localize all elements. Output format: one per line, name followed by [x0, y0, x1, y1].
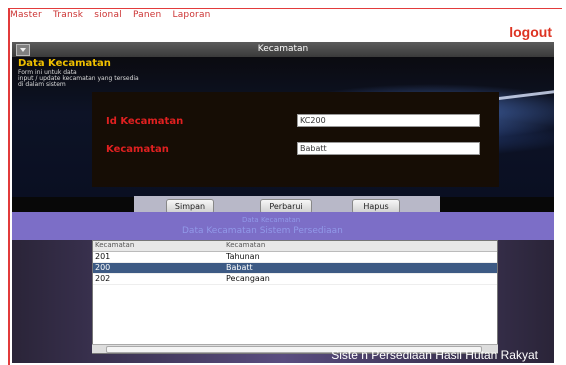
- band-text-primary: Data Kecamatan: [242, 216, 301, 224]
- band-text-secondary: Data Kecamatan Sistem Persediaan: [182, 226, 343, 236]
- window-titlebar: Kecamatan: [12, 42, 554, 57]
- section-description: Form ini untuk data input / update kecam…: [18, 70, 139, 88]
- cell-id: 200: [95, 263, 111, 272]
- column-header-id[interactable]: Kecamatan: [95, 241, 134, 249]
- app-window: Kecamatan Data Kecamatan Form ini untuk …: [12, 42, 554, 363]
- table-row[interactable]: 201 Tahunan: [93, 252, 497, 263]
- section-heading: Data Kecamatan: [18, 58, 111, 69]
- id-kecamatan-field[interactable]: KC200: [297, 114, 480, 127]
- menu-item-panen[interactable]: Panen: [133, 10, 161, 20]
- menu-bar: Master Transk sional Panen Laporan: [10, 10, 550, 26]
- kecamatan-field[interactable]: Babatt: [297, 142, 480, 155]
- id-kecamatan-label: Id Kecamatan: [106, 116, 184, 127]
- input-form: Id Kecamatan KC200 Kecamatan Babatt: [92, 92, 499, 187]
- menu-item-master[interactable]: Master: [10, 10, 42, 20]
- kecamatan-label: Kecamatan: [106, 144, 169, 155]
- table-row-selected[interactable]: 200 Babatt: [93, 263, 497, 274]
- cell-name: Babatt: [226, 263, 253, 272]
- column-header-name[interactable]: Kecamatan: [226, 241, 265, 249]
- description-line: di dalam sistem: [18, 81, 66, 88]
- cell-id: 202: [95, 274, 111, 283]
- title-band: Data Kecamatan Data Kecamatan Sistem Per…: [12, 212, 554, 240]
- table-row[interactable]: 202 Pecangaan: [93, 274, 497, 285]
- table-header: Kecamatan Kecamatan: [93, 241, 497, 252]
- kecamatan-table: Kecamatan Kecamatan 201 Tahunan 200 Baba…: [92, 240, 498, 354]
- menu-item-laporan[interactable]: Laporan: [173, 10, 211, 20]
- lower-panel: Kecamatan Kecamatan 201 Tahunan 200 Baba…: [12, 240, 554, 363]
- cell-name: Tahunan: [226, 252, 260, 261]
- window-title: Kecamatan: [257, 44, 309, 54]
- footer-caption: Siste n Persediaan Hasil Hutan Rakyat: [331, 348, 538, 362]
- menu-item-sional[interactable]: sional: [94, 10, 122, 20]
- cell-id: 201: [95, 252, 111, 261]
- cell-name: Pecangaan: [226, 274, 270, 283]
- logout-link[interactable]: logout: [509, 24, 552, 40]
- menu-item-transk[interactable]: Transk: [53, 10, 83, 20]
